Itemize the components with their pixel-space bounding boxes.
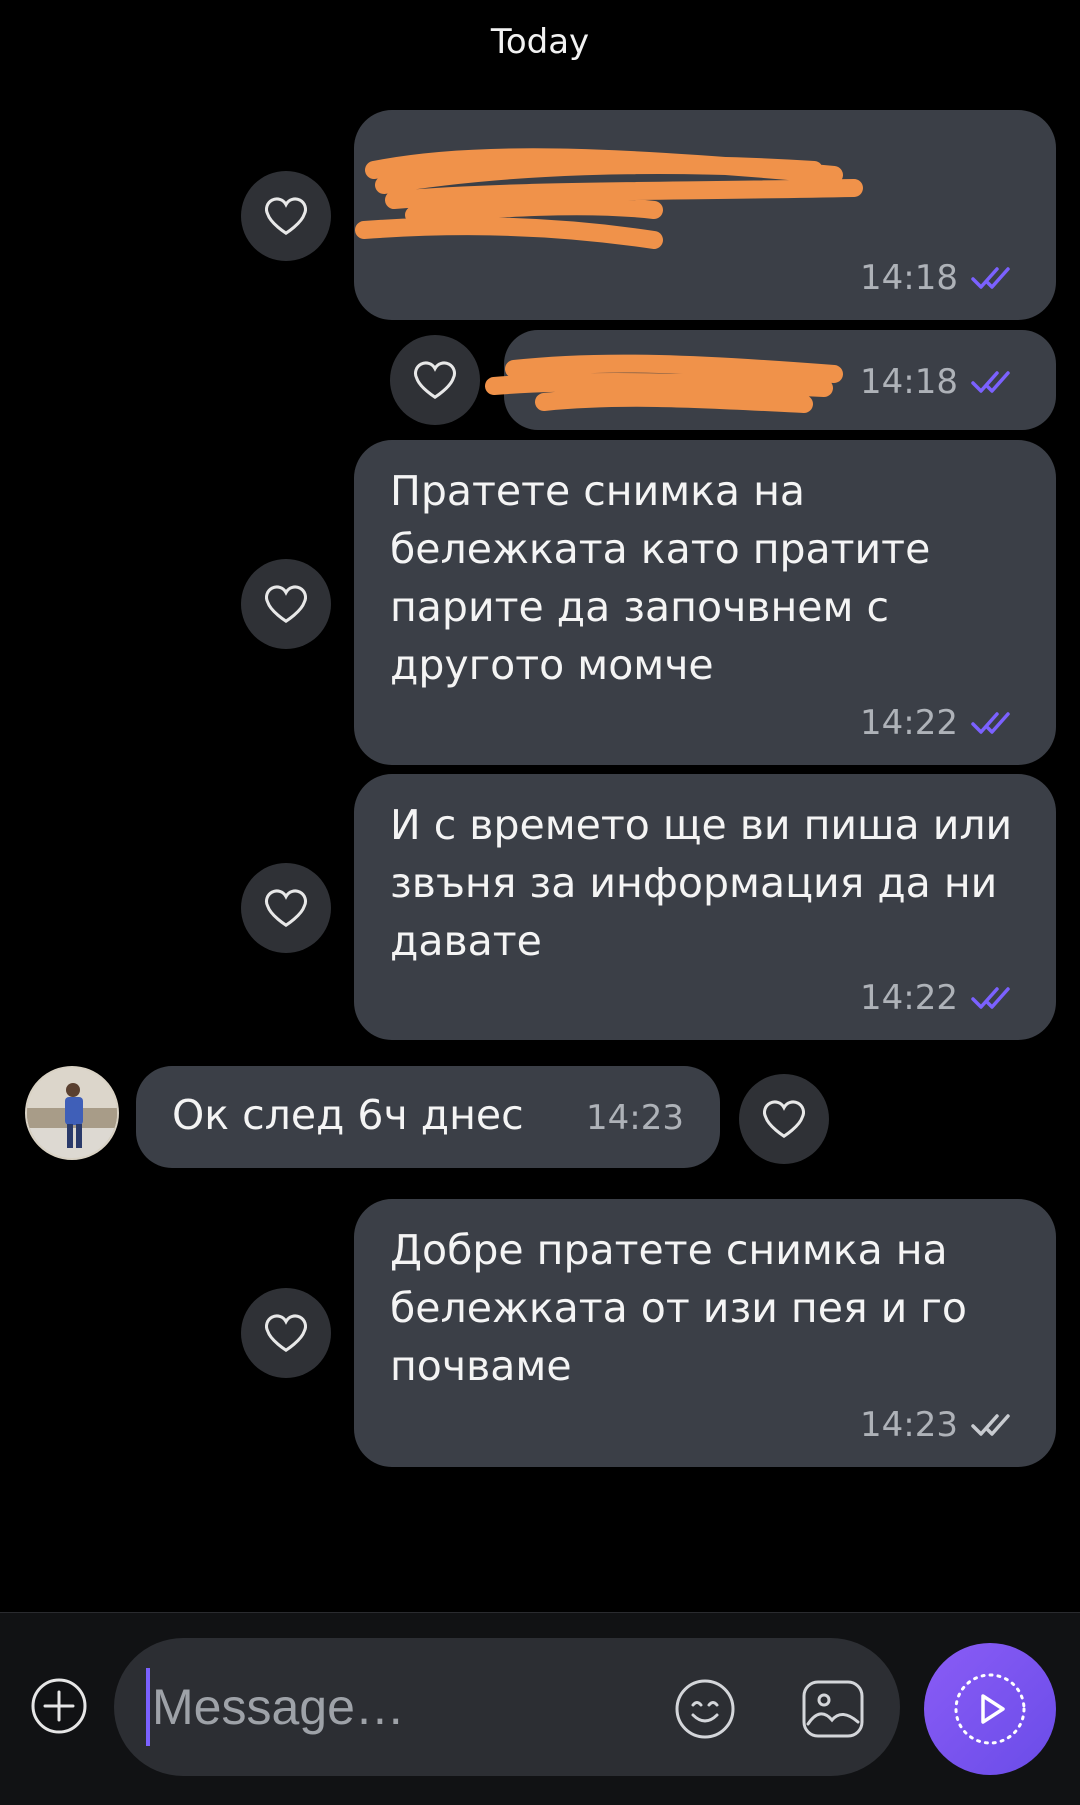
- message-time: 14:18: [860, 362, 958, 402]
- image-icon[interactable]: [800, 1678, 866, 1740]
- message-meta: 14:18: [860, 362, 1020, 402]
- message-time: 14:23: [586, 1098, 684, 1138]
- message-meta: 14:23: [860, 1405, 1020, 1445]
- message-text: И с времето ще ви пиша или звъня за инфо…: [390, 801, 1013, 965]
- double-check-icon: [971, 1414, 1010, 1436]
- like-button[interactable]: [390, 335, 480, 425]
- double-check-icon: [971, 987, 1010, 1009]
- message-time: 14:22: [860, 703, 958, 743]
- send-button[interactable]: [924, 1643, 1056, 1775]
- contact-avatar[interactable]: [25, 1066, 119, 1160]
- message-time: 14:23: [860, 1405, 958, 1445]
- message-text: Ок след 6ч днес: [172, 1091, 524, 1139]
- double-check-icon: [971, 371, 1010, 393]
- message-composer: [114, 1638, 900, 1776]
- redaction-scribble: [355, 148, 863, 249]
- message-meta: 14:18: [860, 258, 1020, 298]
- message-meta: 14:22: [860, 978, 1020, 1018]
- like-button[interactable]: [241, 863, 331, 953]
- message-bubble[interactable]: 14:18: [354, 110, 1056, 320]
- double-check-icon: [971, 267, 1010, 289]
- message-bubble[interactable]: 14:18: [485, 330, 1056, 430]
- message-bubble[interactable]: И с времето ще ви пиша или звъня за инфо…: [354, 774, 1056, 1040]
- message-input[interactable]: [146, 1668, 634, 1746]
- heart-icon: [264, 889, 308, 927]
- like-button[interactable]: [739, 1074, 829, 1164]
- like-button[interactable]: [241, 171, 331, 261]
- avatar-photo: [27, 1068, 117, 1158]
- send-icon: [954, 1673, 1026, 1745]
- date-separator: Today: [490, 22, 590, 62]
- like-button[interactable]: [241, 1288, 331, 1378]
- message-text: Пратете снимка на бележката като пратите…: [390, 467, 931, 689]
- message-bubble[interactable]: Добре пратете снимка на бележката от изи…: [354, 1199, 1056, 1467]
- double-check-icon: [971, 712, 1010, 734]
- incoming-message-bubble[interactable]: Ок след 6ч днес 14:23: [136, 1066, 720, 1168]
- heart-icon: [264, 197, 308, 235]
- heart-icon: [264, 1314, 308, 1352]
- message-text: Добре пратете снимка на бележката от изи…: [390, 1226, 967, 1390]
- message-time: 14:22: [860, 978, 958, 1018]
- heart-icon: [762, 1100, 806, 1138]
- message-meta: 14:22: [860, 703, 1020, 743]
- message-bubble[interactable]: Пратете снимка на бележката като пратите…: [354, 440, 1056, 765]
- plus-circle-icon[interactable]: [30, 1677, 88, 1735]
- heart-icon: [264, 585, 308, 623]
- smiley-icon[interactable]: [674, 1678, 736, 1740]
- message-time: 14:18: [860, 258, 958, 298]
- heart-icon: [413, 361, 457, 399]
- like-button[interactable]: [241, 559, 331, 649]
- redaction-scribble: [485, 354, 843, 413]
